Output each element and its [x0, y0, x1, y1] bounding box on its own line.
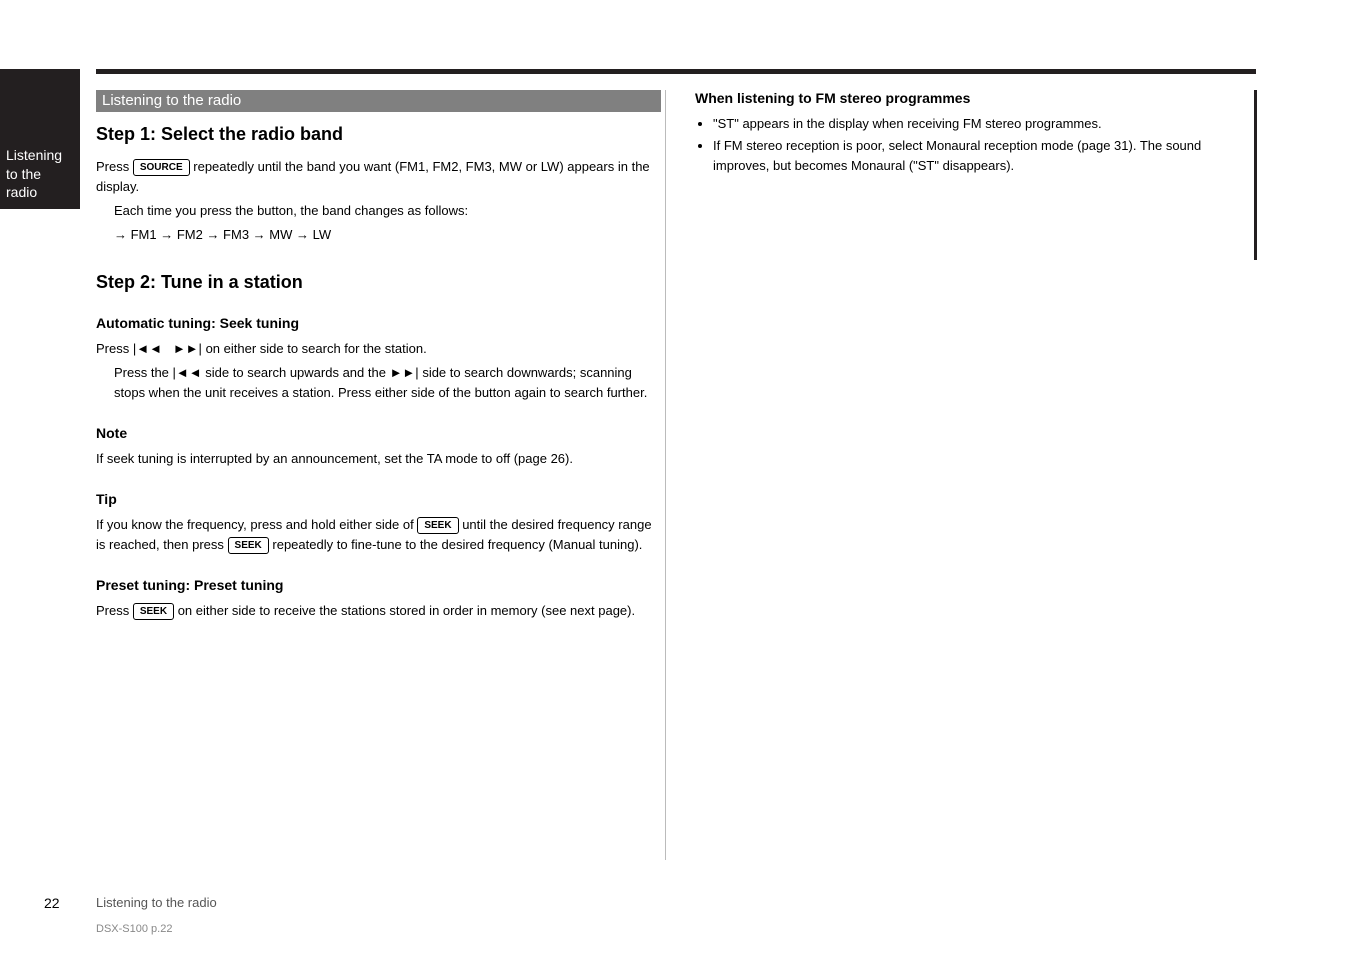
note-heading: Note [96, 425, 661, 441]
skip-next-icon: ►►| [390, 363, 419, 383]
note-text: If seek tuning is interrupted by an anno… [96, 449, 661, 469]
side-tab-line1: Listening to the [6, 146, 74, 182]
right-heading: When listening to FM stereo programmes [695, 90, 1255, 106]
step1-paragraph2: Each time you press the button, the band… [114, 201, 661, 221]
page-footer: Listening to the radio [96, 895, 217, 910]
right-bullets: "ST" appears in the display when receivi… [713, 114, 1255, 176]
doc-id: DSX-S100 p.22 [96, 923, 172, 935]
column-divider [665, 90, 666, 860]
auto-tuning-heading: Automatic tuning: Seek tuning [96, 315, 661, 331]
section-header-bar: Listening to the radio [96, 90, 661, 112]
auto-tuning-detail: Press the |◄◄ side to search upwards and… [114, 363, 661, 403]
page-number: 22 [44, 895, 60, 911]
list-item: "ST" appears in the display when receivi… [713, 114, 1255, 134]
step1-band-sequence: → FM1 → FM2 → FM3 → MW → LW [114, 225, 661, 245]
seek-button-label: SEEK [228, 537, 269, 554]
tip-heading: Tip [96, 491, 661, 507]
source-button-label: SOURCE [133, 159, 190, 176]
side-tab-line2: radio [6, 183, 74, 201]
page-top-rule [96, 69, 1256, 74]
list-item: If FM stereo reception is poor, select M… [713, 136, 1255, 176]
step1-paragraph1: Press SOURCE repeatedly until the band y… [96, 157, 661, 197]
skip-prev-icon: |◄◄ [173, 363, 202, 383]
step1-title: Step 1: Select the radio band [96, 124, 661, 145]
tip-text: If you know the frequency, press and hol… [96, 515, 661, 555]
left-column: Step 1: Select the radio band Press SOUR… [96, 124, 661, 626]
side-tab: Listening to the radio [0, 69, 80, 209]
preset-heading: Preset tuning: Preset tuning [96, 577, 661, 593]
section-header-text: Listening to the radio [102, 92, 241, 109]
right-column: When listening to FM stereo programmes "… [695, 90, 1255, 178]
step2-title: Step 2: Tune in a station [96, 272, 661, 293]
seek-button-label: SEEK [133, 603, 174, 620]
skip-prev-icon: |◄◄ [133, 339, 162, 359]
auto-tuning-p1: Press |◄◄ ►►| on either side to search f… [96, 339, 661, 359]
seek-button-label: SEEK [417, 517, 458, 534]
skip-next-icon: ►►| [173, 339, 202, 359]
preset-text: Press SEEK on either side to receive the… [96, 601, 661, 621]
